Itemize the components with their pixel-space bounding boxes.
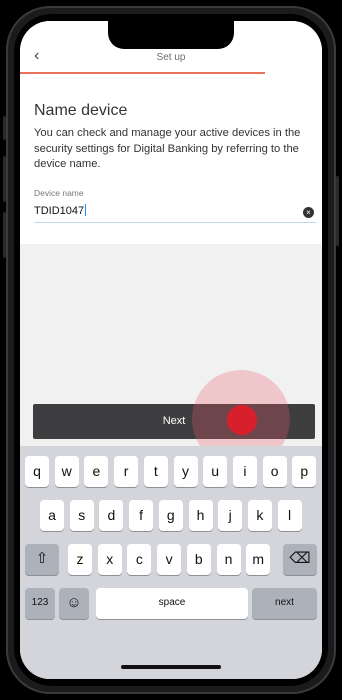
input-underline	[34, 222, 316, 223]
key-i[interactable]: i	[232, 456, 257, 487]
shift-key[interactable]: ⇧	[25, 544, 59, 575]
keyboard-row-3: ⇧ ⌫ zxcvbnm	[20, 544, 322, 575]
delete-key[interactable]: ⌫	[283, 544, 317, 575]
volume-down-button	[3, 212, 6, 258]
key-h[interactable]: h	[188, 500, 213, 531]
key-l[interactable]: l	[277, 500, 302, 531]
key-j[interactable]: j	[218, 500, 243, 531]
key-e[interactable]: e	[84, 456, 109, 487]
key-r[interactable]: r	[114, 456, 139, 487]
keyboard-row-4: 123 ☺ space next	[20, 588, 322, 619]
key-o[interactable]: o	[262, 456, 287, 487]
key-f[interactable]: f	[129, 500, 154, 531]
main-content: Name device You can check and manage you…	[20, 74, 322, 396]
key-b[interactable]: b	[186, 544, 211, 575]
key-p[interactable]: p	[292, 456, 317, 487]
device-name-label: Device name	[34, 188, 84, 198]
keyboard-row-2: asdfghjkl	[20, 500, 322, 531]
numbers-key[interactable]: 123	[25, 588, 55, 619]
key-a[interactable]: a	[40, 500, 64, 531]
power-button	[336, 176, 339, 246]
key-c[interactable]: c	[127, 544, 152, 575]
emoji-key[interactable]: ☺	[59, 588, 89, 619]
text-caret	[85, 204, 87, 216]
key-d[interactable]: d	[99, 500, 124, 531]
key-v[interactable]: v	[157, 544, 182, 575]
keyboard-row-1: qwertyuiop	[20, 456, 322, 487]
space-key[interactable]: space	[96, 588, 248, 619]
keyboard: qwertyuiop asdfghjkl ⇧ ⌫ zxcvbnm 123 ☺ s…	[20, 446, 322, 679]
heading: Name device	[34, 102, 128, 119]
key-k[interactable]: k	[247, 500, 272, 531]
home-indicator	[121, 665, 221, 669]
page-title: Set up	[156, 52, 186, 63]
clear-icon[interactable]: ×	[303, 207, 314, 218]
device-name-input[interactable]: TDID1047	[34, 204, 87, 217]
key-w[interactable]: w	[54, 456, 79, 487]
key-z[interactable]: z	[68, 544, 92, 575]
next-key[interactable]: next	[252, 588, 317, 619]
key-q[interactable]: q	[25, 456, 49, 487]
description-text: You can check and manage your active dev…	[34, 127, 301, 170]
device-name-value: TDID1047	[34, 205, 85, 217]
notch	[108, 21, 234, 49]
volume-up-button	[3, 156, 6, 202]
key-g[interactable]: g	[158, 500, 183, 531]
key-m[interactable]: m	[246, 544, 271, 575]
key-t[interactable]: t	[143, 456, 168, 487]
key-n[interactable]: n	[216, 544, 241, 575]
key-y[interactable]: y	[173, 456, 198, 487]
mute-switch	[3, 116, 6, 140]
next-bar: Next	[20, 370, 322, 468]
key-x[interactable]: x	[97, 544, 122, 575]
content-background	[20, 244, 322, 396]
key-u[interactable]: u	[203, 456, 228, 487]
tap-indicator-dot	[227, 405, 257, 435]
phone-screen: ‹ Set up Name device You can check and m…	[20, 21, 322, 679]
key-s[interactable]: s	[69, 500, 94, 531]
